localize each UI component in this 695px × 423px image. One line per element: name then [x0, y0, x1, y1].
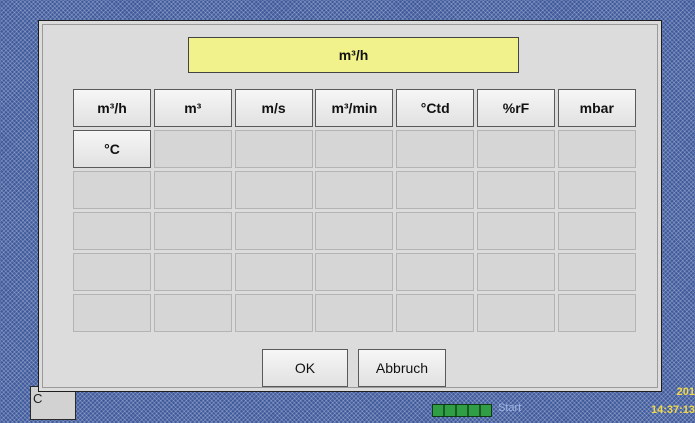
empty-unit-slot [234, 253, 313, 291]
empty-unit-slot [476, 130, 555, 168]
unit-button[interactable]: m³/h [73, 89, 151, 127]
empty-unit-slot [396, 171, 475, 209]
selected-unit-display: m³/h [188, 37, 519, 73]
empty-unit-slot [73, 212, 151, 250]
background-tab-label: C [33, 391, 43, 406]
empty-unit-slot [153, 212, 232, 250]
status-text: Start [498, 402, 522, 414]
empty-unit-slot [234, 130, 313, 168]
empty-unit-slot [396, 212, 475, 250]
empty-unit-slot [153, 253, 232, 291]
unit-button[interactable]: °C [73, 130, 151, 168]
empty-unit-slot [557, 171, 636, 209]
empty-unit-slot [234, 171, 313, 209]
empty-unit-slot [234, 212, 313, 250]
unit-selection-dialog: m³/h m³/h m³ m/s m³/min °Ctd %rF mbar °C OK Abb… [38, 20, 662, 392]
empty-unit-slot [315, 212, 394, 250]
empty-unit-slot [315, 130, 394, 168]
empty-unit-slot [396, 130, 475, 168]
unit-button[interactable]: m/s [234, 89, 313, 127]
unit-button[interactable]: %rF [476, 89, 555, 127]
empty-unit-slot [153, 130, 232, 168]
clock-date: 201 [676, 386, 695, 398]
empty-unit-slot [73, 171, 151, 209]
unit-button[interactable]: °Ctd [396, 89, 475, 127]
empty-unit-slot [557, 130, 636, 168]
ok-button[interactable]: OK [262, 349, 348, 387]
empty-unit-slot [557, 294, 636, 332]
empty-unit-slot [234, 294, 313, 332]
empty-unit-slot [476, 171, 555, 209]
empty-unit-slot [153, 294, 232, 332]
empty-unit-slot [476, 253, 555, 291]
empty-unit-slot [557, 253, 636, 291]
empty-unit-slot [73, 253, 151, 291]
cancel-button[interactable]: Abbruch [358, 349, 446, 387]
empty-unit-slot [315, 294, 394, 332]
unit-button[interactable]: m³/min [315, 89, 394, 127]
empty-unit-slot [557, 212, 636, 250]
status-indicator-bar [432, 404, 492, 417]
empty-unit-slot [315, 253, 394, 291]
unit-button[interactable]: mbar [557, 89, 636, 127]
empty-unit-slot [73, 294, 151, 332]
unit-grid: m³/h m³ m/s m³/min °Ctd %rF mbar °C [73, 89, 636, 332]
empty-unit-slot [476, 294, 555, 332]
empty-unit-slot [153, 171, 232, 209]
empty-unit-slot [396, 294, 475, 332]
empty-unit-slot [315, 171, 394, 209]
clock-time: 14:37:13 [650, 404, 695, 416]
empty-unit-slot [476, 212, 555, 250]
empty-unit-slot [396, 253, 475, 291]
unit-button[interactable]: m³ [153, 89, 232, 127]
